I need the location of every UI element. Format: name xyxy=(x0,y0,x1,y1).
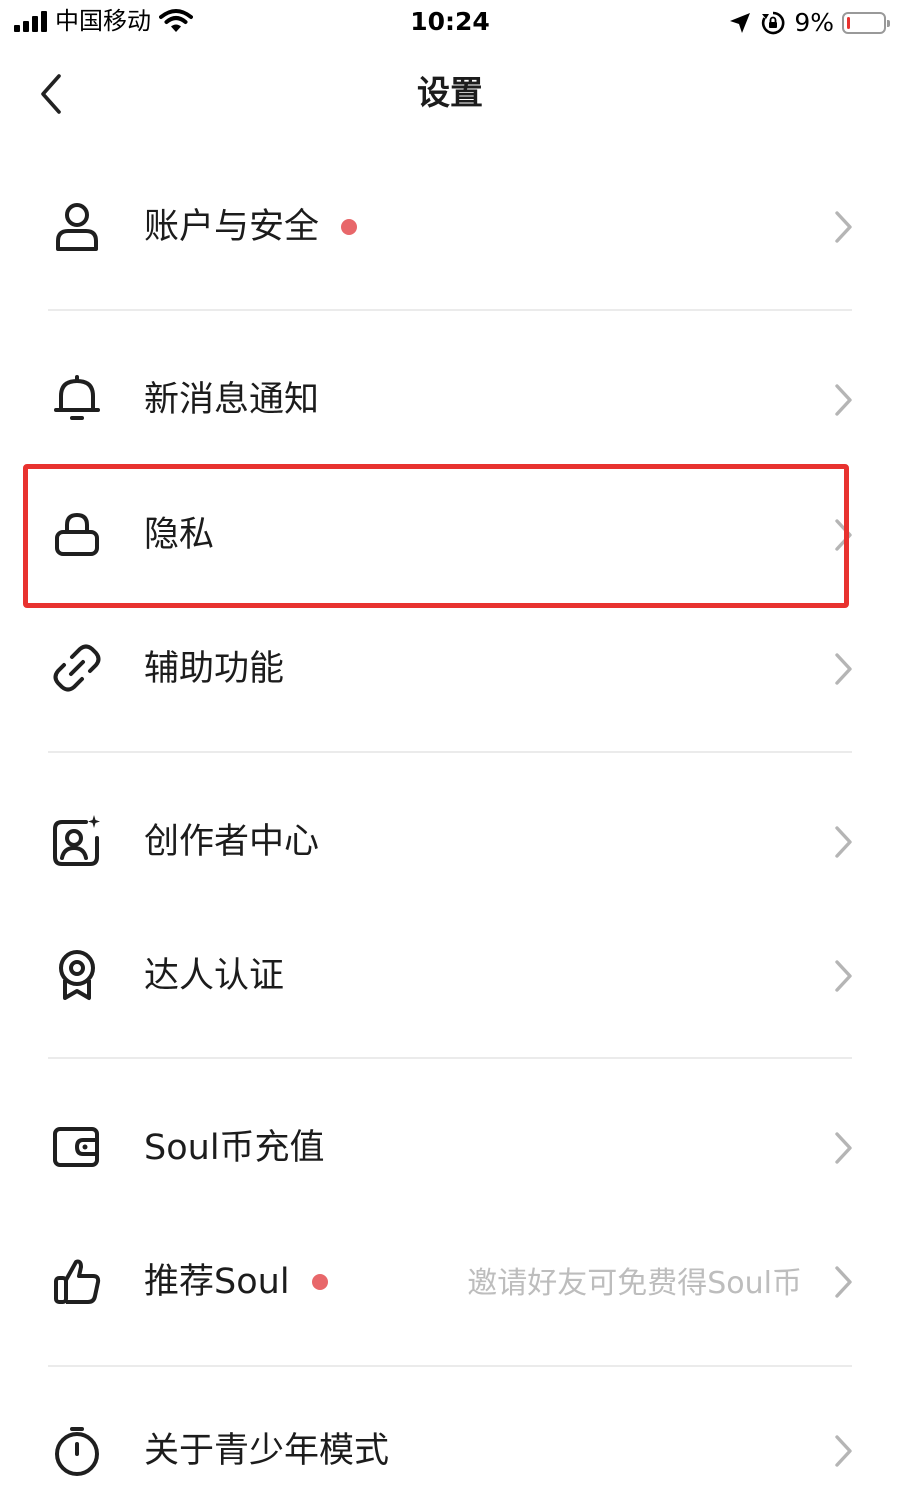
menu-item-label: 创作者中心 xyxy=(144,822,320,862)
menu-item-label: 隐私 xyxy=(144,515,215,555)
chevron-right-icon xyxy=(835,1435,852,1467)
battery-icon xyxy=(842,12,890,34)
menu-item-hint: 邀请好友可免费得Soul币 xyxy=(467,1266,802,1301)
status-bar: 中国移动 10:24 9% xyxy=(0,0,900,46)
chevron-right-icon xyxy=(835,519,852,551)
lock-icon xyxy=(55,512,99,556)
badge-icon xyxy=(59,950,95,1000)
menu-item-account-security[interactable]: 账户与安全 xyxy=(0,172,900,282)
bell-icon xyxy=(54,375,100,420)
divider xyxy=(48,1365,852,1367)
menu-item-label: 辅助功能 xyxy=(144,649,285,689)
location-arrow-icon xyxy=(730,13,751,33)
menu-item-talent-verification[interactable]: 达人认证 xyxy=(0,921,900,1031)
notification-dot xyxy=(311,1274,328,1290)
menu-item-label: 账户与安全 xyxy=(144,207,320,247)
chevron-right-icon xyxy=(835,384,852,416)
chevron-right-icon xyxy=(835,1132,852,1164)
menu-item-label: 推荐Soul xyxy=(144,1262,290,1302)
status-right: 9% xyxy=(728,8,890,38)
user-icon xyxy=(56,203,98,251)
battery-fill xyxy=(847,17,850,29)
nav-bar: 设置 xyxy=(0,52,900,136)
chevron-right-icon xyxy=(835,826,852,858)
menu-item-notifications[interactable]: 新消息通知 xyxy=(0,345,900,455)
chevron-right-icon xyxy=(835,653,852,685)
clock-icon xyxy=(55,1427,99,1476)
menu-item-creator-center[interactable]: 创作者中心 xyxy=(0,787,900,897)
divider xyxy=(48,751,852,753)
menu-item-soul-coin-recharge[interactable]: Soul币充值 xyxy=(0,1093,900,1203)
chevron-right-icon xyxy=(835,211,852,243)
wallet-icon xyxy=(53,1127,99,1167)
notification-dot xyxy=(341,219,358,235)
divider xyxy=(48,1057,852,1059)
chevron-right-icon xyxy=(835,960,852,992)
battery-percent: 9% xyxy=(794,8,834,37)
menu-item-accessibility[interactable]: 辅助功能 xyxy=(0,614,900,724)
menu-item-label: 达人认证 xyxy=(144,956,285,996)
menu-item-label: 新消息通知 xyxy=(144,380,320,420)
menu-item-teen-mode[interactable]: 关于青少年模式 xyxy=(0,1396,900,1506)
menu-item-recommend-soul[interactable]: 推荐Soul 邀请好友可免费得Soul币 xyxy=(0,1227,900,1337)
page-title: 设置 xyxy=(417,73,483,112)
creator-icon xyxy=(53,815,100,866)
menu-item-label: Soul币充值 xyxy=(144,1128,325,1168)
menu-item-privacy[interactable]: 隐私 xyxy=(0,480,900,590)
menu-item-label: 关于青少年模式 xyxy=(144,1431,390,1471)
thumbs-up-icon xyxy=(54,1259,101,1304)
rotation-lock-icon xyxy=(762,11,785,35)
link-icon xyxy=(53,644,101,692)
divider xyxy=(48,309,852,311)
chevron-right-icon xyxy=(835,1266,852,1298)
